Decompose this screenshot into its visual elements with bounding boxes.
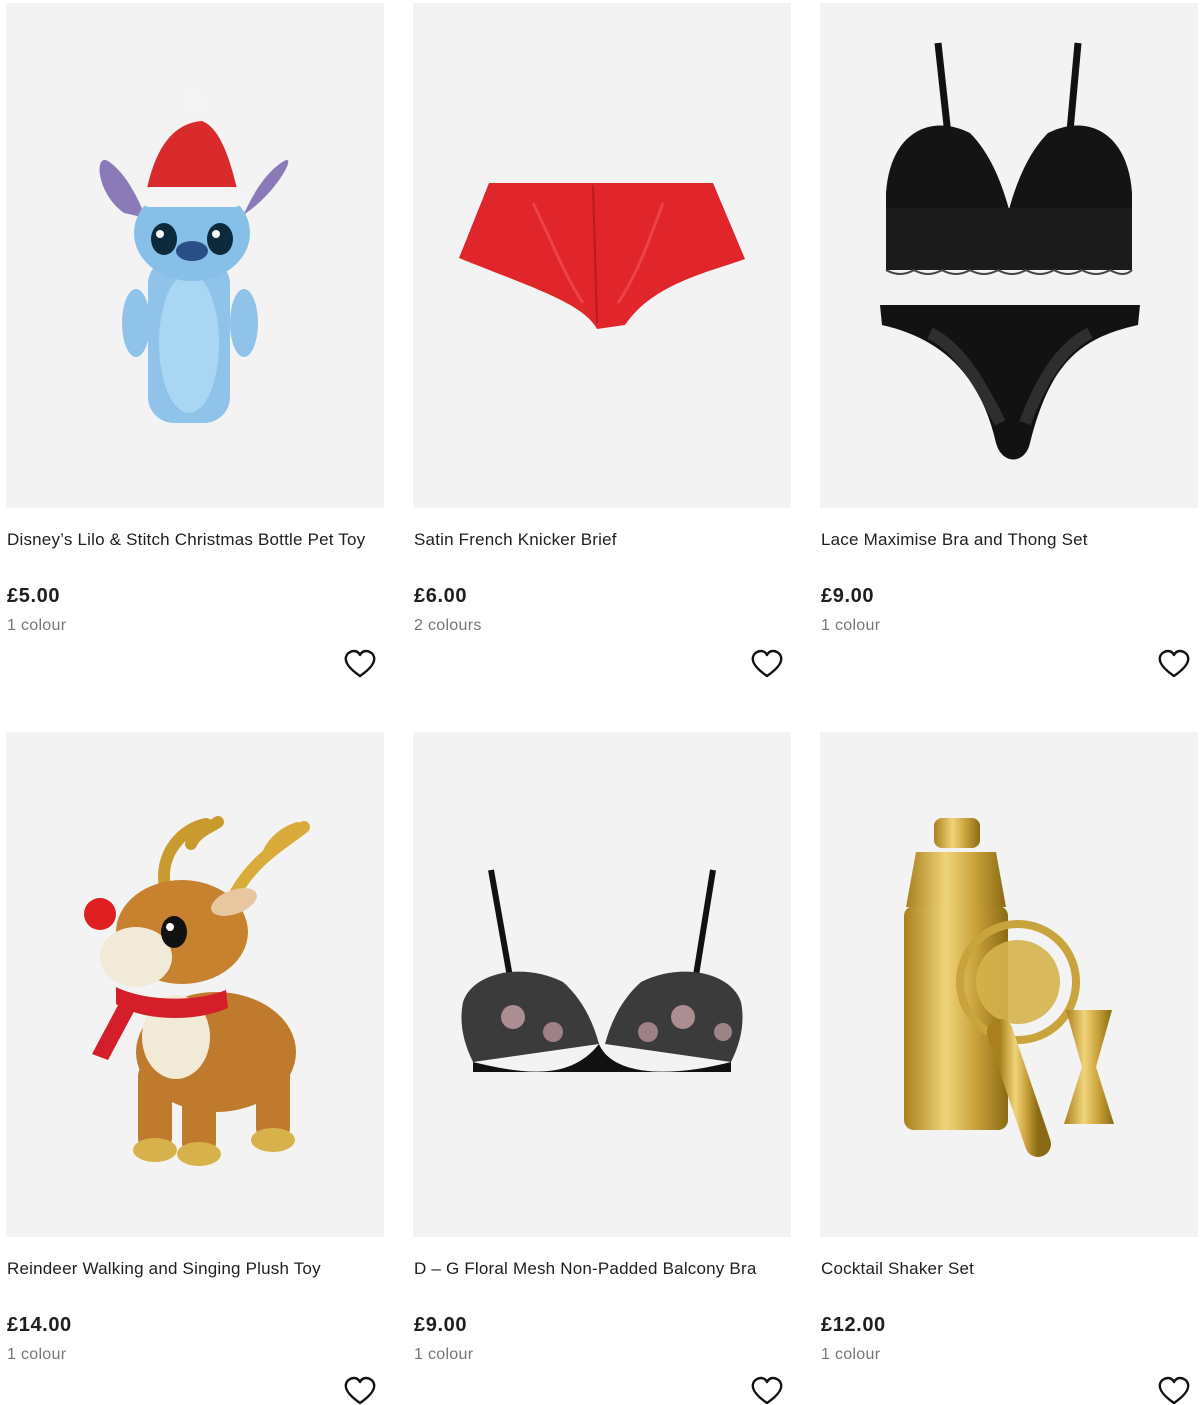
wishlist-heart-icon[interactable] [750,648,784,680]
product-title[interactable]: Disney’s Lilo & Stitch Christmas Bottle … [7,530,365,550]
product-title[interactable]: Cocktail Shaker Set [821,1259,974,1279]
product-price: £9.00 [414,1314,468,1336]
product-colours: 1 colour [7,1346,67,1363]
stitch-plush-image [99,90,289,423]
product-image[interactable] [413,732,791,1237]
wishlist-heart-icon[interactable] [1157,1375,1191,1405]
product-price: £12.00 [821,1314,886,1336]
product-title[interactable]: D – G Floral Mesh Non-Padded Balcony Bra [414,1259,757,1279]
product-colours: 1 colour [821,1346,881,1363]
wishlist-heart-icon[interactable] [750,1375,784,1405]
product-price: £6.00 [414,585,468,607]
product-title[interactable]: Lace Maximise Bra and Thong Set [821,530,1088,550]
product-colours: 1 colour [414,1346,474,1363]
product-image[interactable] [6,3,384,508]
red-satin-knicker-image [459,183,745,329]
product-card[interactable]: Lace Maximise Bra and Thong Set £9.00 1 … [820,3,1198,703]
product-image[interactable] [820,732,1198,1237]
product-colours: 1 colour [821,617,881,634]
product-image[interactable] [6,732,384,1237]
product-price: £9.00 [821,585,875,607]
product-image[interactable] [820,3,1198,508]
black-lace-set-image [880,42,1140,460]
product-image[interactable] [413,3,791,508]
reindeer-plush-image [84,816,310,1166]
product-card[interactable]: Satin French Knicker Brief £6.00 2 colou… [413,3,791,703]
product-card[interactable]: Cocktail Shaker Set £12.00 1 colour [820,732,1198,1405]
wishlist-heart-icon[interactable] [1157,648,1191,680]
product-price: £14.00 [7,1314,72,1336]
product-card[interactable]: D – G Floral Mesh Non-Padded Balcony Bra… [413,732,791,1405]
wishlist-heart-icon[interactable] [343,1375,377,1405]
product-colours: 1 colour [7,617,67,634]
product-title[interactable]: Satin French Knicker Brief [414,530,617,550]
product-card[interactable]: Reindeer Walking and Singing Plush Toy £… [6,732,384,1405]
product-card[interactable]: Disney’s Lilo & Stitch Christmas Bottle … [6,3,384,703]
floral-bra-image [461,869,743,1072]
product-title[interactable]: Reindeer Walking and Singing Plush Toy [7,1259,321,1279]
gold-cocktail-set-image [904,818,1114,1157]
product-colours: 2 colours [414,617,482,634]
product-price: £5.00 [7,585,61,607]
wishlist-heart-icon[interactable] [343,648,377,680]
